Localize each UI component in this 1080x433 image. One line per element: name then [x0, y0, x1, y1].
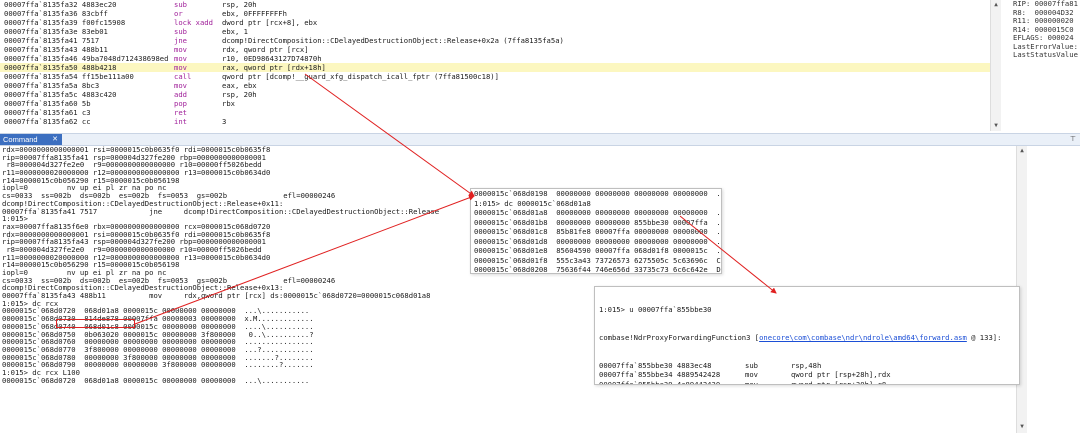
symbol-header: combase!NdrProxyForwardingFunction3 [one…	[595, 333, 1019, 343]
disasm-row[interactable]: 00007ffa`8135fa54 ff15be111a00 call qword …	[0, 72, 990, 81]
memory-dump-line: 0000015c`068d0198 00000000 00000000 0000…	[474, 189, 721, 198]
disasm-operands: qword ptr [dcomp!__guard_xfg_dispatch_ic…	[222, 72, 499, 81]
disasm-address: 00007ffa`8135fa36 83cbff	[4, 9, 108, 18]
symbol-prefix: combase!NdrProxyForwardingFunction3 [	[599, 332, 760, 342]
disasm-mnemonic: mov	[174, 63, 187, 72]
disasm-row[interactable]: 00007ffa`8135fa41 7517 jne dcomp!DirectCom…	[0, 36, 990, 45]
disasm-row[interactable]: 00007ffa`8135fa46 49ba7048d712438698ed mo…	[0, 54, 990, 63]
memory-dump-line: 0000015c`068d01d8 00000000 00000000 0000…	[474, 236, 721, 246]
disasm-operands: ebx, 0FFFFFFFFh	[222, 9, 287, 18]
disasm-operands: rsp, 20h	[222, 0, 257, 9]
memory-dump-line: 0000015c`068d01e8 85604590 00007ffa 068d…	[474, 246, 721, 255]
disasm-row[interactable]: 00007ffa`8135fa36 83cbff or ebx, 0FFFFFFFF…	[0, 9, 990, 18]
disasm-mnemonic: int	[174, 117, 187, 126]
unassemble-mnemonic: sub	[745, 360, 758, 370]
unassemble-address: 00007ffa`855bbe34 4889542428	[599, 370, 721, 380]
disasm-row[interactable]: 00007ffa`8135fa39 f00fc15908 lock xadd dwo…	[0, 18, 990, 27]
scroll-up-icon[interactable]: ▲	[1018, 147, 1026, 155]
disasm-address: 00007ffa`8135fa62 cc	[4, 117, 91, 126]
command-tab-bar: Command ✕ ⊤	[0, 133, 1080, 146]
disassembly-scrollbar[interactable]: ▲ ▼	[990, 0, 1001, 131]
disasm-row[interactable]: 00007ffa`8135fa5c 4883c420 add rsp, 20h	[0, 90, 990, 99]
disasm-mnemonic: call	[174, 72, 192, 81]
register-line: LastStatusValue	[1013, 50, 1078, 59]
disasm-operands: rax, qword ptr [rdx+18h]	[222, 63, 326, 72]
memory-dump-line: 1:015> dc 0000015c`068d01a8	[474, 198, 591, 208]
disasm-row[interactable]: 00007ffa`8135fa32 4883ec20 sub rsp, 20h	[0, 0, 990, 9]
disasm-mnemonic: mov	[174, 81, 187, 90]
disasm-address: 00007ffa`8135fa43 488b11	[4, 45, 108, 54]
disasm-mnemonic: mov	[174, 54, 187, 63]
disasm-mnemonic: add	[174, 90, 187, 99]
unassemble-operands: qword ptr [rsp+28h],rdx	[791, 370, 891, 380]
disasm-address: 00007ffa`8135fa5a 8bc3	[4, 81, 100, 90]
disasm-operands: rbx	[222, 99, 235, 108]
unassemble-rows: 00007ffa`855bbe30 4883ec48 sub rsp,48h 0000…	[595, 361, 1019, 385]
scroll-down-icon[interactable]: ▼	[992, 122, 1000, 130]
disasm-address: 00007ffa`8135fa3e 83eb01	[4, 27, 108, 36]
disasm-operands: rdx, qword ptr [rcx]	[222, 45, 309, 54]
memory-dump-line: 0000015c`068d01b8 00000000 00000000 855b…	[474, 217, 721, 227]
disasm-address: 00007ffa`8135fa60 5b	[4, 99, 91, 108]
close-icon[interactable]: ✕	[52, 134, 58, 145]
unassemble-mnemonic: mov	[745, 370, 758, 380]
disasm-operands: eax, ebx	[222, 81, 257, 90]
registers-pane: RIP: 00007ffa81 R8: 000004D32 R11: 0000000…	[1001, 0, 1080, 131]
disasm-row[interactable]: 00007ffa`8135fa50 488b4218 mov rax, qword …	[0, 63, 990, 72]
disasm-address: 00007ffa`8135fa32 4883ec20	[4, 0, 117, 9]
disasm-address: 00007ffa`8135fa50 488b4218	[4, 63, 117, 72]
unassemble-address: 00007ffa`855bbe30 4883ec48	[599, 360, 712, 370]
symbol-suffix: @ 133]:	[966, 332, 1002, 342]
unassemble-mnemonic: mov	[745, 380, 758, 385]
disasm-mnemonic: mov	[174, 45, 187, 54]
disasm-mnemonic: pop	[174, 99, 187, 108]
disasm-mnemonic: sub	[174, 0, 187, 9]
memory-dump-line: 0000015c`068d01f8 555c3a43 73726573 6275…	[474, 255, 721, 265]
disasm-row[interactable]: 00007ffa`8135fa60 5b pop rbx	[0, 99, 990, 108]
tab-command[interactable]: Command ✕	[0, 134, 62, 145]
disasm-row[interactable]: 00007ffa`8135fa3e 83eb01 sub ebx, 1	[0, 27, 990, 36]
memory-dump-line: 0000015c`068d01a8 00000000 00000000 0000…	[474, 208, 721, 217]
disasm-mnemonic: sub	[174, 27, 187, 36]
unassemble-popup: 1:015> u 00007ffa`855bbe30 combase!NdrPr…	[594, 286, 1020, 385]
disasm-row[interactable]: 00007ffa`8135fa5a 8bc3 mov eax, ebx	[0, 81, 990, 90]
disasm-address: 00007ffa`8135fa46 49ba7048d712438698ed	[4, 54, 169, 63]
disasm-mnemonic: lock xadd	[174, 18, 213, 27]
scroll-up-icon[interactable]: ▲	[992, 1, 1000, 9]
disasm-row[interactable]: 00007ffa`8135fa61 c3 ret	[0, 108, 990, 117]
disasm-operands: dcomp!DirectComposition::CDelayedDestruc…	[222, 36, 564, 45]
disasm-mnemonic: ret	[174, 108, 187, 117]
unassemble-row: 00007ffa`855bbe39 4c89442430 mov qword ptr…	[595, 380, 1019, 385]
disasm-address: 00007ffa`8135fa61 c3	[4, 108, 91, 117]
disasm-mnemonic: or	[174, 9, 183, 18]
unassemble-operands: rsp,48h	[791, 360, 822, 370]
disasm-operands: 3	[222, 117, 227, 126]
unassemble-row: 00007ffa`855bbe34 4889542428 mov qword ptr…	[595, 370, 1019, 380]
disasm-operands: dword ptr [rcx+8], ebx	[222, 18, 318, 27]
memory-dump-line: 0000015c`068d01c8 85b81fe8 00007ffa 0000…	[474, 227, 721, 236]
source-link[interactable]: onecore\com\combase\ndr\ndrole\amd64\for…	[759, 333, 967, 342]
disasm-address: 00007ffa`8135fa5c 4883c420	[4, 90, 117, 99]
memory-dump-popup: 0000015c`068d0198 00000000 00000000 0000…	[470, 188, 722, 274]
memory-dump-line: 0000015c`068d0208 75636f44 746e656d 3373…	[474, 265, 721, 274]
disasm-mnemonic: jne	[174, 36, 187, 45]
annotation-highlight-box	[56, 319, 135, 328]
disasm-address: 00007ffa`8135fa41 7517	[4, 36, 100, 45]
disasm-address: 00007ffa`8135fa39 f00fc15908	[4, 18, 126, 27]
unassemble-command: 1:015> u 00007ffa`855bbe30	[599, 305, 712, 314]
pin-icon[interactable]: ⊤	[1070, 134, 1076, 145]
unassemble-address: 00007ffa`855bbe39 4c89442430	[599, 380, 721, 385]
scroll-down-icon[interactable]: ▼	[1018, 423, 1026, 431]
disasm-row[interactable]: 00007ffa`8135fa43 488b11 mov rdx, qword pt…	[0, 45, 990, 54]
unassemble-row: 00007ffa`855bbe30 4883ec48 sub rsp,48h	[595, 361, 1019, 371]
disasm-operands: r10, 0ED98643127D74870h	[222, 54, 322, 63]
unassemble-operands: qword ptr [rsp+30h],r8	[791, 380, 887, 385]
disasm-address: 00007ffa`8135fa54 ff15be111a00	[4, 72, 134, 81]
disassembly-pane[interactable]: 00007ffa`8135fa32 4883ec20 sub rsp, 20h 000…	[0, 0, 1000, 131]
disasm-operands: rsp, 20h	[222, 90, 257, 99]
tab-command-label: Command	[3, 135, 38, 144]
disasm-row[interactable]: 00007ffa`8135fa62 cc int 3	[0, 117, 990, 126]
disasm-operands: ebx, 1	[222, 27, 248, 36]
